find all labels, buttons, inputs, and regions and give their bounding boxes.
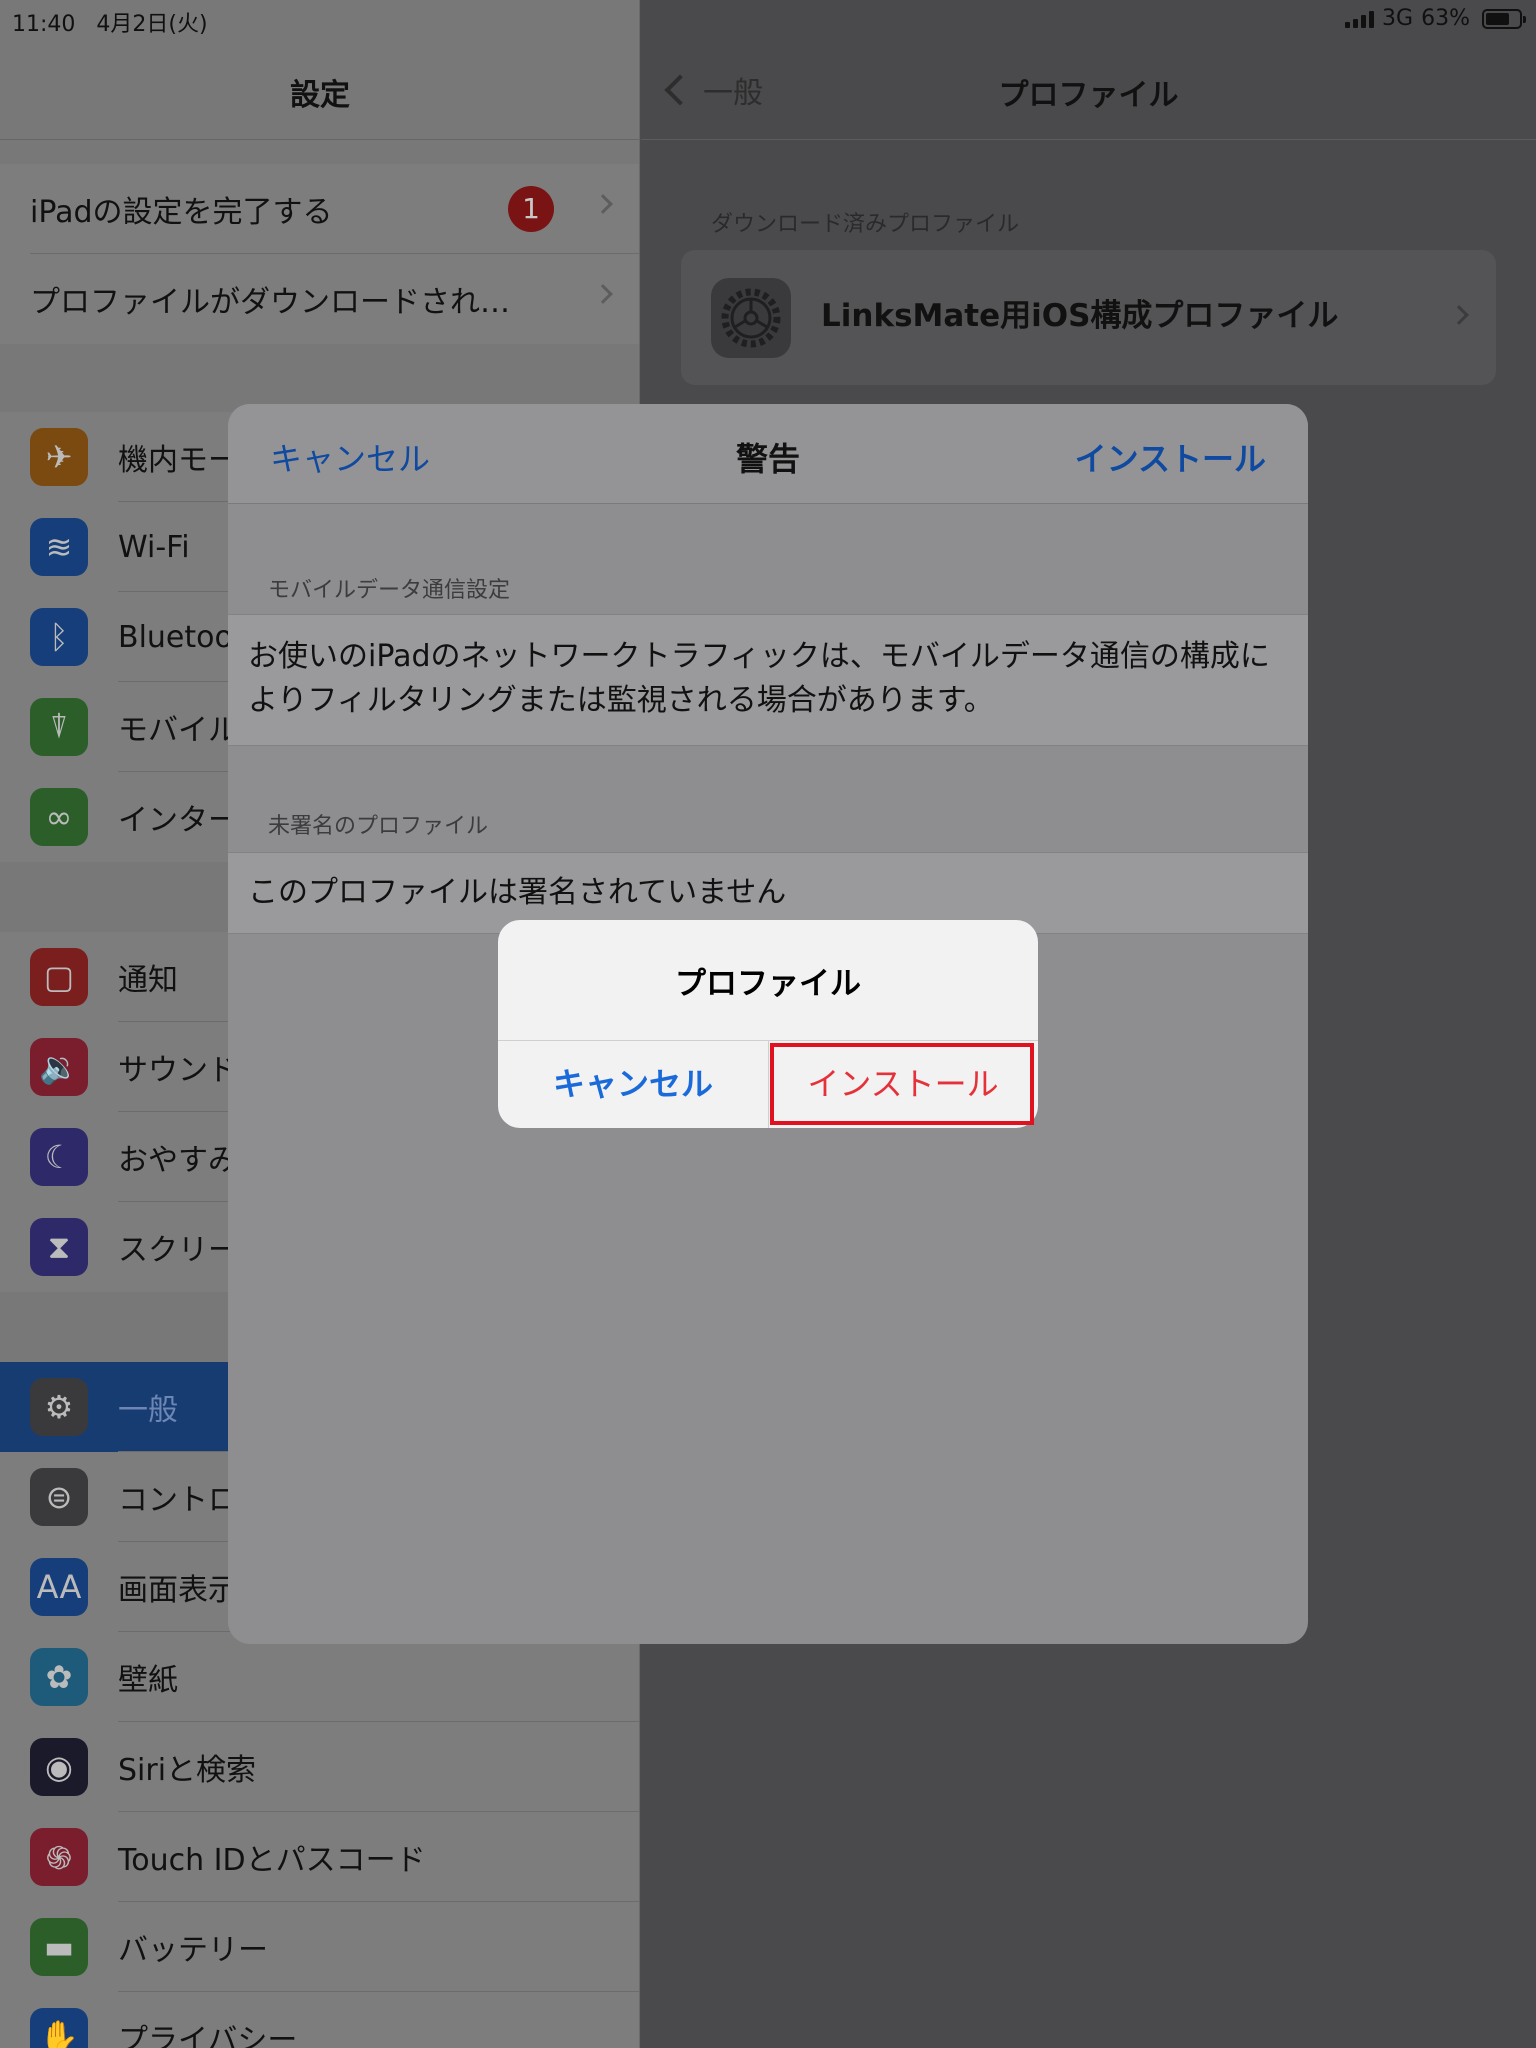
detail-title: プロファイル bbox=[998, 78, 1179, 113]
downloaded-profiles-header: ダウンロード済みプロファイル bbox=[711, 212, 1020, 237]
sheet-nav-bar: キャンセル 警告 インストール bbox=[228, 404, 1308, 504]
sidebar-item-label: 画面表示 bbox=[118, 1573, 238, 1608]
sheet-install-button[interactable]: インストール bbox=[1075, 434, 1266, 480]
sidebar-item-label: コントロ bbox=[118, 1483, 238, 1518]
hourglass-icon: ⧗ bbox=[30, 1218, 88, 1276]
sidebar-item-label: インター bbox=[118, 803, 238, 838]
setup-group: iPadの設定を完了する 1 プロファイルがダウンロードされ… bbox=[0, 164, 639, 344]
settings-gear-icon bbox=[711, 278, 791, 358]
profile-row[interactable]: LinksMate用iOS構成プロファイル bbox=[681, 250, 1496, 385]
flower-icon: ✿ bbox=[30, 1648, 88, 1706]
status-time: 11:40 bbox=[12, 12, 76, 37]
battery-icon bbox=[1482, 8, 1526, 29]
status-time-date: 11:40 4月2日(火) bbox=[12, 6, 208, 38]
sidebar-item-label: スクリー bbox=[118, 1233, 238, 1268]
moon-icon: ☾ bbox=[30, 1128, 88, 1186]
sidebar-item-label: バッテリー bbox=[118, 1933, 268, 1968]
status-date: 4月2日(火) bbox=[96, 12, 208, 37]
link-icon: ∞ bbox=[30, 788, 88, 846]
sidebar-item-label: Siriと検索 bbox=[118, 1753, 257, 1788]
profile-name: LinksMate用iOS構成プロファイル bbox=[821, 298, 1339, 334]
sidebar-item-label: 機内モー bbox=[118, 443, 238, 478]
mobile-data-text: お使いのiPadのネットワークトラフィックは、モバイルデータ通信の構成によりフィ… bbox=[248, 639, 1270, 718]
signal-icon bbox=[1345, 10, 1375, 28]
antenna-icon: ⍒ bbox=[30, 698, 88, 756]
sheet-cancel-button[interactable]: キャンセル bbox=[270, 434, 430, 480]
sidebar-item-label: Wi-Fi bbox=[118, 529, 190, 565]
detail-nav-bar: 一般 プロファイル bbox=[641, 40, 1536, 140]
hand-icon: ✋ bbox=[30, 2008, 88, 2048]
sidebar-item-label: プライバシー bbox=[118, 2023, 298, 2048]
profile-downloaded-label: プロファイルがダウンロードされ… bbox=[30, 285, 510, 320]
sidebar-item-label: モバイル bbox=[118, 713, 238, 748]
sidebar-item-label: 一般 bbox=[118, 1393, 178, 1428]
sidebar-item-label: 壁紙 bbox=[118, 1663, 178, 1698]
profile-downloaded-row[interactable]: プロファイルがダウンロードされ… bbox=[0, 254, 639, 344]
sidebar-item-label: サウンド bbox=[118, 1053, 238, 1088]
unsigned-profile-header: 未署名のプロファイル bbox=[268, 814, 489, 839]
status-right: 3G 63% bbox=[1345, 6, 1526, 31]
status-bar: 11:40 4月2日(火) 3G 63% bbox=[0, 0, 1536, 40]
alert-install-button[interactable]: インストール bbox=[768, 1040, 1038, 1128]
battery-percent: 63% bbox=[1421, 6, 1470, 31]
sidebar-item[interactable]: ▬ バッテリー bbox=[0, 1902, 639, 1992]
airplane-icon: ✈ bbox=[30, 428, 88, 486]
sidebar-item[interactable]: ✿ 壁紙 bbox=[0, 1632, 639, 1722]
sidebar-item-label: おやすみ bbox=[118, 1143, 238, 1178]
install-profile-alert: プロファイル キャンセル インストール bbox=[498, 920, 1038, 1128]
text-size-icon: AA bbox=[30, 1558, 88, 1616]
chevron-right-icon bbox=[593, 284, 613, 304]
setup-row[interactable]: iPadの設定を完了する 1 bbox=[0, 164, 639, 254]
notification-icon: ▢ bbox=[30, 948, 88, 1006]
alert-title: プロファイル bbox=[675, 966, 861, 1002]
sidebar-item[interactable]: ✋ プライバシー bbox=[0, 1992, 639, 2048]
master-title: 設定 bbox=[290, 78, 350, 113]
sidebar-item-label: Touch IDとパスコード bbox=[118, 1843, 426, 1878]
siri-icon: ◉ bbox=[30, 1738, 88, 1796]
battery-icon: ▬ bbox=[30, 1918, 88, 1976]
speaker-icon: 🔉 bbox=[30, 1038, 88, 1096]
sidebar-item[interactable]: ֍ Touch IDとパスコード bbox=[0, 1812, 639, 1902]
chevron-right-icon bbox=[593, 194, 613, 214]
toggles-icon: ⊜ bbox=[30, 1468, 88, 1526]
battery-fill bbox=[1486, 12, 1509, 25]
chevron-right-icon bbox=[1449, 305, 1469, 325]
setup-row-label: iPadの設定を完了する bbox=[30, 195, 333, 230]
master-nav-bar: 設定 bbox=[0, 40, 639, 140]
network-type: 3G bbox=[1382, 6, 1414, 31]
mobile-data-header: モバイルデータ通信設定 bbox=[268, 578, 511, 603]
fingerprint-icon: ֍ bbox=[30, 1828, 88, 1886]
gear-icon: ⚙ bbox=[30, 1378, 88, 1436]
sidebar-item[interactable]: ◉ Siriと検索 bbox=[0, 1722, 639, 1812]
notification-badge: 1 bbox=[508, 186, 554, 232]
mobile-data-section: お使いのiPadのネットワークトラフィックは、モバイルデータ通信の構成によりフィ… bbox=[228, 614, 1308, 746]
unsigned-profile-text: このプロファイルは署名されていません bbox=[248, 875, 787, 910]
sidebar-item-label: 通知 bbox=[118, 963, 178, 998]
wifi-icon: ≋ bbox=[30, 518, 88, 576]
sidebar-item-label: Bluetoo bbox=[118, 619, 233, 655]
bluetooth-icon: ᛒ bbox=[30, 608, 88, 666]
alert-cancel-button[interactable]: キャンセル bbox=[498, 1040, 768, 1128]
